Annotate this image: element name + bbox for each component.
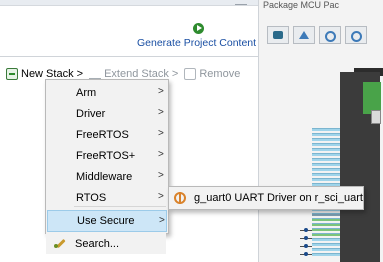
menu-item-label: Driver — [76, 107, 106, 120]
play-icon[interactable] — [193, 23, 204, 34]
pin[interactable] — [312, 143, 340, 146]
panel-header-strip — [0, 0, 258, 6]
menu-item-search[interactable]: Search... — [46, 233, 166, 254]
menu-item-label: FreeRTOS+ — [76, 149, 136, 162]
chevron-right-icon: > — [158, 107, 164, 118]
generate-project-content-link[interactable]: Generate Project Content — [137, 37, 256, 49]
pin[interactable] — [312, 138, 340, 141]
pin[interactable] — [312, 173, 340, 176]
pin[interactable] — [312, 228, 340, 231]
menu-item-arm[interactable]: Arm > — [47, 82, 167, 103]
use-secure-submenu: g_uart0 UART Driver on r_sci_uart — [168, 186, 364, 210]
pin[interactable] — [312, 233, 340, 236]
remove-label: Remove — [199, 68, 241, 80]
panel-tabs[interactable]: Package MCU Pac — [263, 0, 339, 10]
chevron-right-icon: > — [158, 191, 164, 202]
pin[interactable] — [312, 238, 340, 241]
pin-dot — [304, 236, 308, 240]
new-stack-menu: Arm > Driver > FreeRTOS > FreeRTOS+ > Mi… — [45, 79, 169, 234]
submenu-item-uart-driver[interactable]: g_uart0 UART Driver on r_sci_uart — [194, 192, 363, 204]
pin-dot — [304, 244, 308, 248]
save-icon[interactable] — [267, 26, 289, 44]
pin[interactable] — [312, 248, 340, 251]
menu-item-driver[interactable]: Driver > — [47, 103, 167, 124]
component-icon — [174, 192, 186, 204]
minimize-icon[interactable] — [235, 0, 247, 5]
remove-button[interactable]: Remove — [184, 68, 240, 80]
pin[interactable] — [312, 153, 340, 156]
zoom-out-icon[interactable] — [345, 26, 367, 44]
menu-item-use-secure[interactable]: Use Secure > — [47, 210, 167, 232]
menu-item-label: FreeRTOS — [76, 128, 129, 141]
menu-item-label: Middleware — [76, 170, 133, 183]
chip-label — [371, 110, 381, 124]
pin[interactable] — [312, 163, 340, 166]
pin-dot — [304, 228, 308, 232]
pin[interactable] — [312, 128, 340, 131]
pin[interactable] — [312, 178, 340, 181]
menu-item-rtos[interactable]: RTOS > — [47, 187, 167, 208]
pin[interactable] — [312, 243, 340, 246]
chevron-right-icon: > — [158, 128, 164, 139]
menu-item-label: Use Secure — [77, 215, 135, 227]
chevron-right-icon: > — [158, 149, 164, 160]
pin[interactable] — [312, 148, 340, 151]
view-toolbar — [267, 26, 371, 44]
pin[interactable] — [312, 213, 340, 216]
menu-item-label: RTOS — [76, 191, 107, 204]
menu-item-label: Search... — [75, 237, 120, 250]
pin-dot — [304, 252, 308, 256]
pin[interactable] — [312, 133, 340, 136]
menu-item-label: Arm — [76, 86, 97, 99]
pin[interactable] — [312, 168, 340, 171]
pin[interactable] — [312, 253, 340, 256]
chevron-right-icon: > — [158, 86, 164, 97]
pin[interactable] — [312, 218, 340, 221]
zoom-in-icon[interactable] — [319, 26, 341, 44]
menu-separator — [74, 206, 166, 207]
image-icon[interactable] — [293, 26, 315, 44]
pin[interactable] — [312, 223, 340, 226]
search-icon — [54, 237, 66, 249]
chevron-right-icon: > — [159, 215, 165, 226]
menu-item-middleware[interactable]: Middleware > — [47, 166, 167, 187]
pin[interactable] — [312, 158, 340, 161]
new-stack-icon — [6, 68, 18, 80]
chevron-right-icon: > — [158, 170, 164, 181]
divider — [0, 56, 258, 57]
remove-icon — [184, 68, 197, 80]
menu-item-freertos-plus[interactable]: FreeRTOS+ > — [47, 145, 167, 166]
menu-item-freertos[interactable]: FreeRTOS > — [47, 124, 167, 145]
